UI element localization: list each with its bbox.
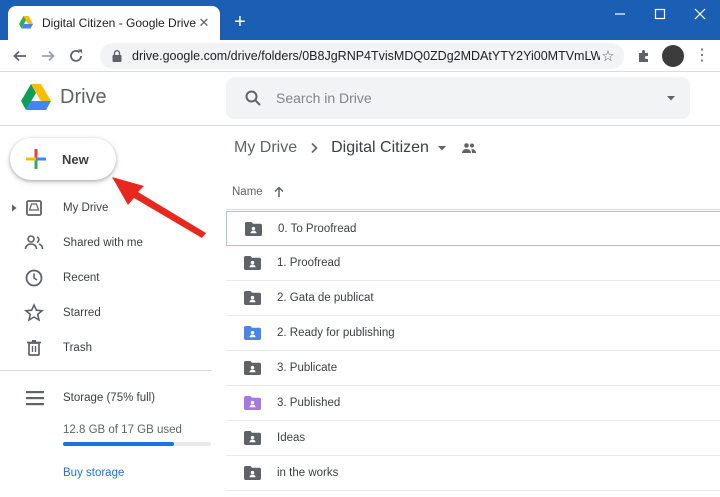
storage-used-text: 12.8 GB of 17 GB used: [63, 424, 182, 436]
browser-titlebar: Digital Citizen - Google Drive ✕ +: [0, 0, 720, 40]
star-icon: [24, 303, 44, 322]
tab-title: Digital Citizen - Google Drive: [42, 16, 196, 30]
storage-label[interactable]: Storage (75% full): [63, 392, 155, 404]
shared-folder-icon: [244, 396, 261, 410]
search-options-caret-icon[interactable]: [666, 93, 676, 103]
browser-tab[interactable]: Digital Citizen - Google Drive ✕: [8, 6, 220, 40]
sidebar-item-recent[interactable]: Recent: [0, 263, 212, 293]
file-name: 0. To Proofread: [278, 222, 357, 235]
header-divider: [226, 209, 720, 210]
google-drive-logo[interactable]: [20, 83, 52, 111]
sidebar-item-label: Recent: [63, 272, 100, 284]
tab-close-icon[interactable]: ✕: [196, 15, 212, 31]
shared-with-me-icon: [24, 235, 44, 250]
file-name: Ideas: [277, 432, 306, 444]
shared-people-icon[interactable]: [461, 141, 477, 155]
trash-icon: [27, 340, 41, 356]
sidebar-item-trash[interactable]: Trash: [0, 333, 212, 363]
file-row[interactable]: 2. Ready for publishing: [226, 316, 720, 351]
expand-caret-icon[interactable]: [10, 204, 18, 212]
plus-icon: [26, 149, 46, 169]
file-row[interactable]: 3. Published: [226, 386, 720, 421]
sidebar-item-label: Trash: [63, 342, 92, 354]
sidebar-item-label: My Drive: [63, 202, 109, 214]
column-name-label: Name: [232, 186, 263, 198]
storage-progress-fill: [63, 442, 174, 446]
forward-arrow-icon[interactable]: [38, 46, 58, 66]
back-arrow-icon[interactable]: [10, 46, 30, 66]
sidebar-item-label: Starred: [63, 307, 101, 319]
file-row[interactable]: 3. Publicate: [226, 351, 720, 386]
bookmark-star-icon[interactable]: ☆: [600, 47, 616, 65]
folder-menu-caret-icon[interactable]: [437, 143, 447, 153]
url-text: drive.google.com/drive/folders/0B8JgRNP4…: [132, 49, 600, 63]
profile-avatar[interactable]: [662, 45, 684, 67]
browser-menu-icon[interactable]: ⋮: [694, 46, 710, 66]
my-drive-icon: [26, 200, 42, 216]
file-name: 3. Published: [277, 397, 341, 409]
lock-icon: [112, 50, 122, 62]
maximize-icon[interactable]: [640, 0, 680, 28]
close-window-icon[interactable]: [680, 0, 720, 28]
minimize-icon[interactable]: [600, 0, 640, 28]
shared-folder-icon: [244, 256, 261, 270]
file-row[interactable]: 2. Gata de publicat: [226, 281, 720, 316]
app-title: Drive: [60, 86, 107, 108]
sidebar-item-shared-with-me[interactable]: Shared with me: [0, 228, 212, 258]
column-header-name[interactable]: Name: [232, 186, 285, 198]
browser-toolbar: drive.google.com/drive/folders/0B8JgRNP4…: [0, 40, 720, 72]
file-row[interactable]: in the works: [226, 456, 720, 491]
drive-header: Drive Search in Drive: [0, 72, 720, 126]
storage-progress-bar: [63, 442, 211, 446]
new-tab-button[interactable]: +: [230, 12, 250, 32]
shared-folder-icon: [245, 221, 262, 236]
breadcrumb-my-drive[interactable]: My Drive: [234, 139, 297, 157]
breadcrumb-current-folder[interactable]: Digital Citizen: [331, 139, 429, 157]
sidebar-item-starred[interactable]: Starred: [0, 298, 212, 328]
file-row[interactable]: Ideas: [226, 421, 720, 456]
shared-folder-icon: [244, 291, 261, 305]
new-button-label: New: [62, 151, 89, 167]
reload-icon[interactable]: [66, 46, 86, 66]
file-name: in the works: [277, 467, 339, 479]
buy-storage-link[interactable]: Buy storage: [63, 467, 124, 479]
search-bar[interactable]: Search in Drive: [226, 77, 690, 119]
file-row[interactable]: 1. Proofread: [226, 246, 720, 281]
shared-folder-icon: [244, 326, 261, 340]
breadcrumb: My Drive Digital Citizen: [234, 137, 477, 159]
sidebar-divider: [0, 370, 212, 371]
file-name: 2. Ready for publishing: [277, 327, 395, 339]
file-name: 2. Gata de publicat: [277, 292, 374, 304]
shared-folder-icon: [244, 431, 261, 445]
file-name: 3. Publicate: [277, 362, 338, 374]
address-bar[interactable]: drive.google.com/drive/folders/0B8JgRNP4…: [100, 43, 624, 69]
file-row[interactable]: 0. To Proofread: [226, 211, 720, 246]
extensions-puzzle-icon[interactable]: [636, 48, 652, 64]
search-icon[interactable]: [244, 89, 262, 107]
chevron-right-icon: [311, 142, 318, 154]
search-input[interactable]: Search in Drive: [276, 90, 666, 106]
file-name: 1. Proofread: [277, 257, 341, 269]
sidebar-item-label: Shared with me: [63, 237, 143, 249]
sort-arrow-up-icon[interactable]: [273, 186, 285, 198]
shared-folder-icon: [244, 466, 261, 480]
google-drive-favicon-icon: [19, 16, 33, 29]
new-button[interactable]: New: [10, 138, 116, 180]
shared-folder-icon: [244, 361, 261, 375]
sidebar-item-my-drive[interactable]: My Drive: [0, 193, 212, 223]
clock-icon: [25, 269, 43, 287]
storage-icon: [26, 391, 44, 406]
